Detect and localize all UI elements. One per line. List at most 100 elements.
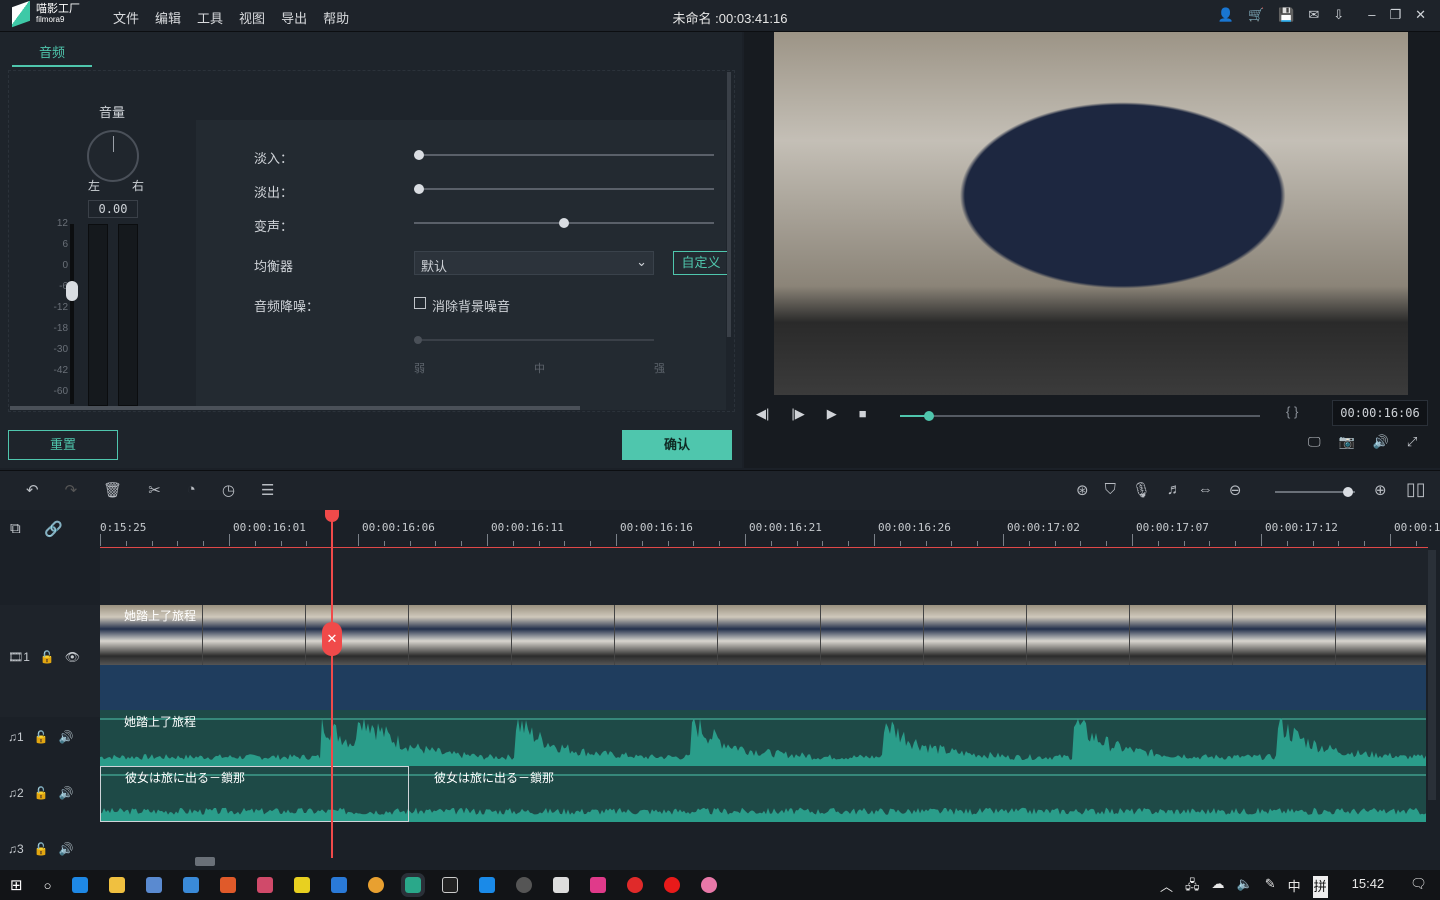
search-icon[interactable]: ○: [44, 878, 52, 893]
close-button[interactable]: ✕: [1415, 7, 1426, 23]
explorer-icon[interactable]: [109, 877, 126, 893]
speaker-icon[interactable]: 🔊: [59, 730, 74, 744]
layout-icon[interactable]: ▯▯: [1406, 479, 1426, 500]
fade-out-handle[interactable]: [414, 184, 424, 194]
display-settings-icon[interactable]: 🖵: [1308, 434, 1321, 450]
timeline-vertical-scrollbar[interactable]: [1428, 550, 1436, 800]
lock-icon[interactable]: 🔓: [34, 786, 49, 800]
windows-start-icon[interactable]: ⊞: [10, 876, 23, 894]
playback-handle[interactable]: [923, 411, 934, 421]
zoom-in-icon[interactable]: ⊕: [1374, 481, 1387, 499]
ok-button[interactable]: 确认: [622, 430, 732, 460]
play-frame-icon[interactable]: |▶: [791, 406, 804, 422]
ime-indicator[interactable]: 中: [1288, 876, 1301, 898]
redo-icon[interactable]: ↷: [65, 481, 78, 499]
app-icon[interactable]: [516, 877, 533, 893]
filmora-icon[interactable]: [401, 873, 426, 897]
app-icon[interactable]: [701, 877, 718, 893]
zoom-out-icon[interactable]: ⊖: [1229, 481, 1242, 499]
ime-mode[interactable]: 拼: [1312, 876, 1328, 898]
pitch-handle[interactable]: [559, 218, 569, 228]
app-icon[interactable]: [590, 877, 607, 893]
adjust-icon[interactable]: ☰: [261, 481, 274, 499]
lock-icon[interactable]: 🔓: [34, 842, 49, 856]
duration-icon[interactable]: ◷: [222, 481, 235, 499]
video-clip[interactable]: [100, 605, 1426, 665]
audio-mixer-icon[interactable]: ♬: [1167, 481, 1182, 499]
stop-icon[interactable]: ■: [859, 406, 867, 422]
reset-button[interactable]: 重置: [8, 430, 118, 460]
app-icon[interactable]: [553, 877, 570, 893]
undo-icon[interactable]: ↶: [26, 481, 39, 499]
download-icon[interactable]: ⇩: [1333, 7, 1344, 23]
marker-icon[interactable]: ⛉: [1105, 481, 1116, 499]
prev-frame-icon[interactable]: ◀|: [756, 406, 769, 422]
playhead[interactable]: [331, 510, 333, 858]
account-icon[interactable]: 👤: [1218, 7, 1234, 23]
opera-icon[interactable]: [664, 877, 681, 893]
app-icon[interactable]: [220, 877, 237, 893]
pen-icon[interactable]: ✎: [1265, 876, 1276, 898]
volume-icon[interactable]: 🔊: [1373, 434, 1389, 450]
edge-icon[interactable]: [72, 877, 89, 893]
tray-expand-icon[interactable]: ︿: [1160, 876, 1173, 898]
qq-icon[interactable]: [442, 877, 459, 893]
video-clip-body[interactable]: [100, 665, 1426, 710]
network-icon[interactable]: 🖧: [1185, 876, 1200, 898]
clock[interactable]: 15:42: [1352, 876, 1385, 898]
app-icon[interactable]: [331, 877, 348, 893]
fade-in-handle[interactable]: [414, 150, 424, 160]
render-icon[interactable]: ⊛: [1076, 481, 1089, 499]
speed-icon[interactable]: ◔: [187, 481, 196, 499]
tab-audio[interactable]: 音频: [12, 42, 92, 67]
snapshot-icon[interactable]: 📷: [1339, 434, 1355, 450]
eq-custom-button[interactable]: 自定义: [673, 251, 729, 275]
delete-icon[interactable]: 🗑: [103, 481, 122, 499]
denoise-checkbox[interactable]: [414, 297, 426, 309]
lock-icon[interactable]: 🔓: [34, 730, 49, 744]
playback-progress[interactable]: [900, 415, 1260, 417]
fullscreen-icon[interactable]: ⤢: [1407, 434, 1417, 450]
save-icon[interactable]: 💾: [1278, 7, 1294, 23]
chrome-icon[interactable]: [368, 877, 385, 893]
fade-in-slider[interactable]: [414, 154, 714, 156]
volume-tray-icon[interactable]: 🔈: [1237, 876, 1253, 898]
notification-icon[interactable]: 🗨: [1410, 876, 1427, 898]
audio-clip-1[interactable]: [100, 710, 1426, 766]
store-icon[interactable]: [146, 877, 163, 893]
equalizer-select[interactable]: 默认 ⌄: [414, 251, 654, 275]
horizontal-scrollbar[interactable]: [10, 406, 580, 410]
mail-app-icon[interactable]: [183, 877, 200, 893]
split-icon[interactable]: ✕: [322, 622, 342, 656]
onedrive-icon[interactable]: ☁: [1212, 876, 1225, 898]
vertical-scrollbar[interactable]: [727, 72, 731, 337]
netease-music-icon[interactable]: [627, 877, 644, 893]
denoise-level-slider[interactable]: [414, 339, 654, 341]
app-icon[interactable]: [294, 877, 311, 893]
add-track-icon[interactable]: ⧉: [10, 520, 21, 537]
fade-out-slider[interactable]: [414, 188, 714, 190]
lock-icon[interactable]: 🔓: [40, 650, 55, 664]
balance-knob[interactable]: [87, 130, 139, 182]
mail-icon[interactable]: ✉: [1308, 7, 1319, 23]
volume-slider-track[interactable]: [70, 224, 74, 404]
timeline-horizontal-scrollbar[interactable]: [195, 857, 215, 866]
link-icon[interactable]: 🔗: [44, 520, 63, 538]
app-icon[interactable]: [257, 877, 274, 893]
mark-in-out-icon[interactable]: { }: [1286, 404, 1298, 419]
app-icon[interactable]: [479, 877, 496, 893]
speaker-icon[interactable]: 🔊: [59, 842, 74, 856]
cart-icon[interactable]: 🛒: [1248, 7, 1264, 23]
volume-value-field[interactable]: 0.00: [88, 200, 138, 218]
minimize-button[interactable]: –: [1368, 7, 1375, 23]
volume-slider-handle[interactable]: [66, 281, 78, 301]
eye-icon[interactable]: 👁: [65, 650, 80, 664]
zoom-handle[interactable]: [1343, 487, 1353, 497]
play-icon[interactable]: ▶: [827, 406, 837, 422]
fit-icon[interactable]: ⇔: [1198, 481, 1213, 499]
cut-icon[interactable]: ✂: [148, 481, 161, 499]
speaker-icon[interactable]: 🔊: [59, 786, 74, 800]
time-ruler[interactable]: 0:15:25 00:00:16:01 00:00:16:06 00:00:16:11…: [100, 510, 1440, 548]
record-voice-icon[interactable]: 🎙: [1132, 481, 1151, 499]
restore-button[interactable]: ❐: [1389, 7, 1401, 23]
